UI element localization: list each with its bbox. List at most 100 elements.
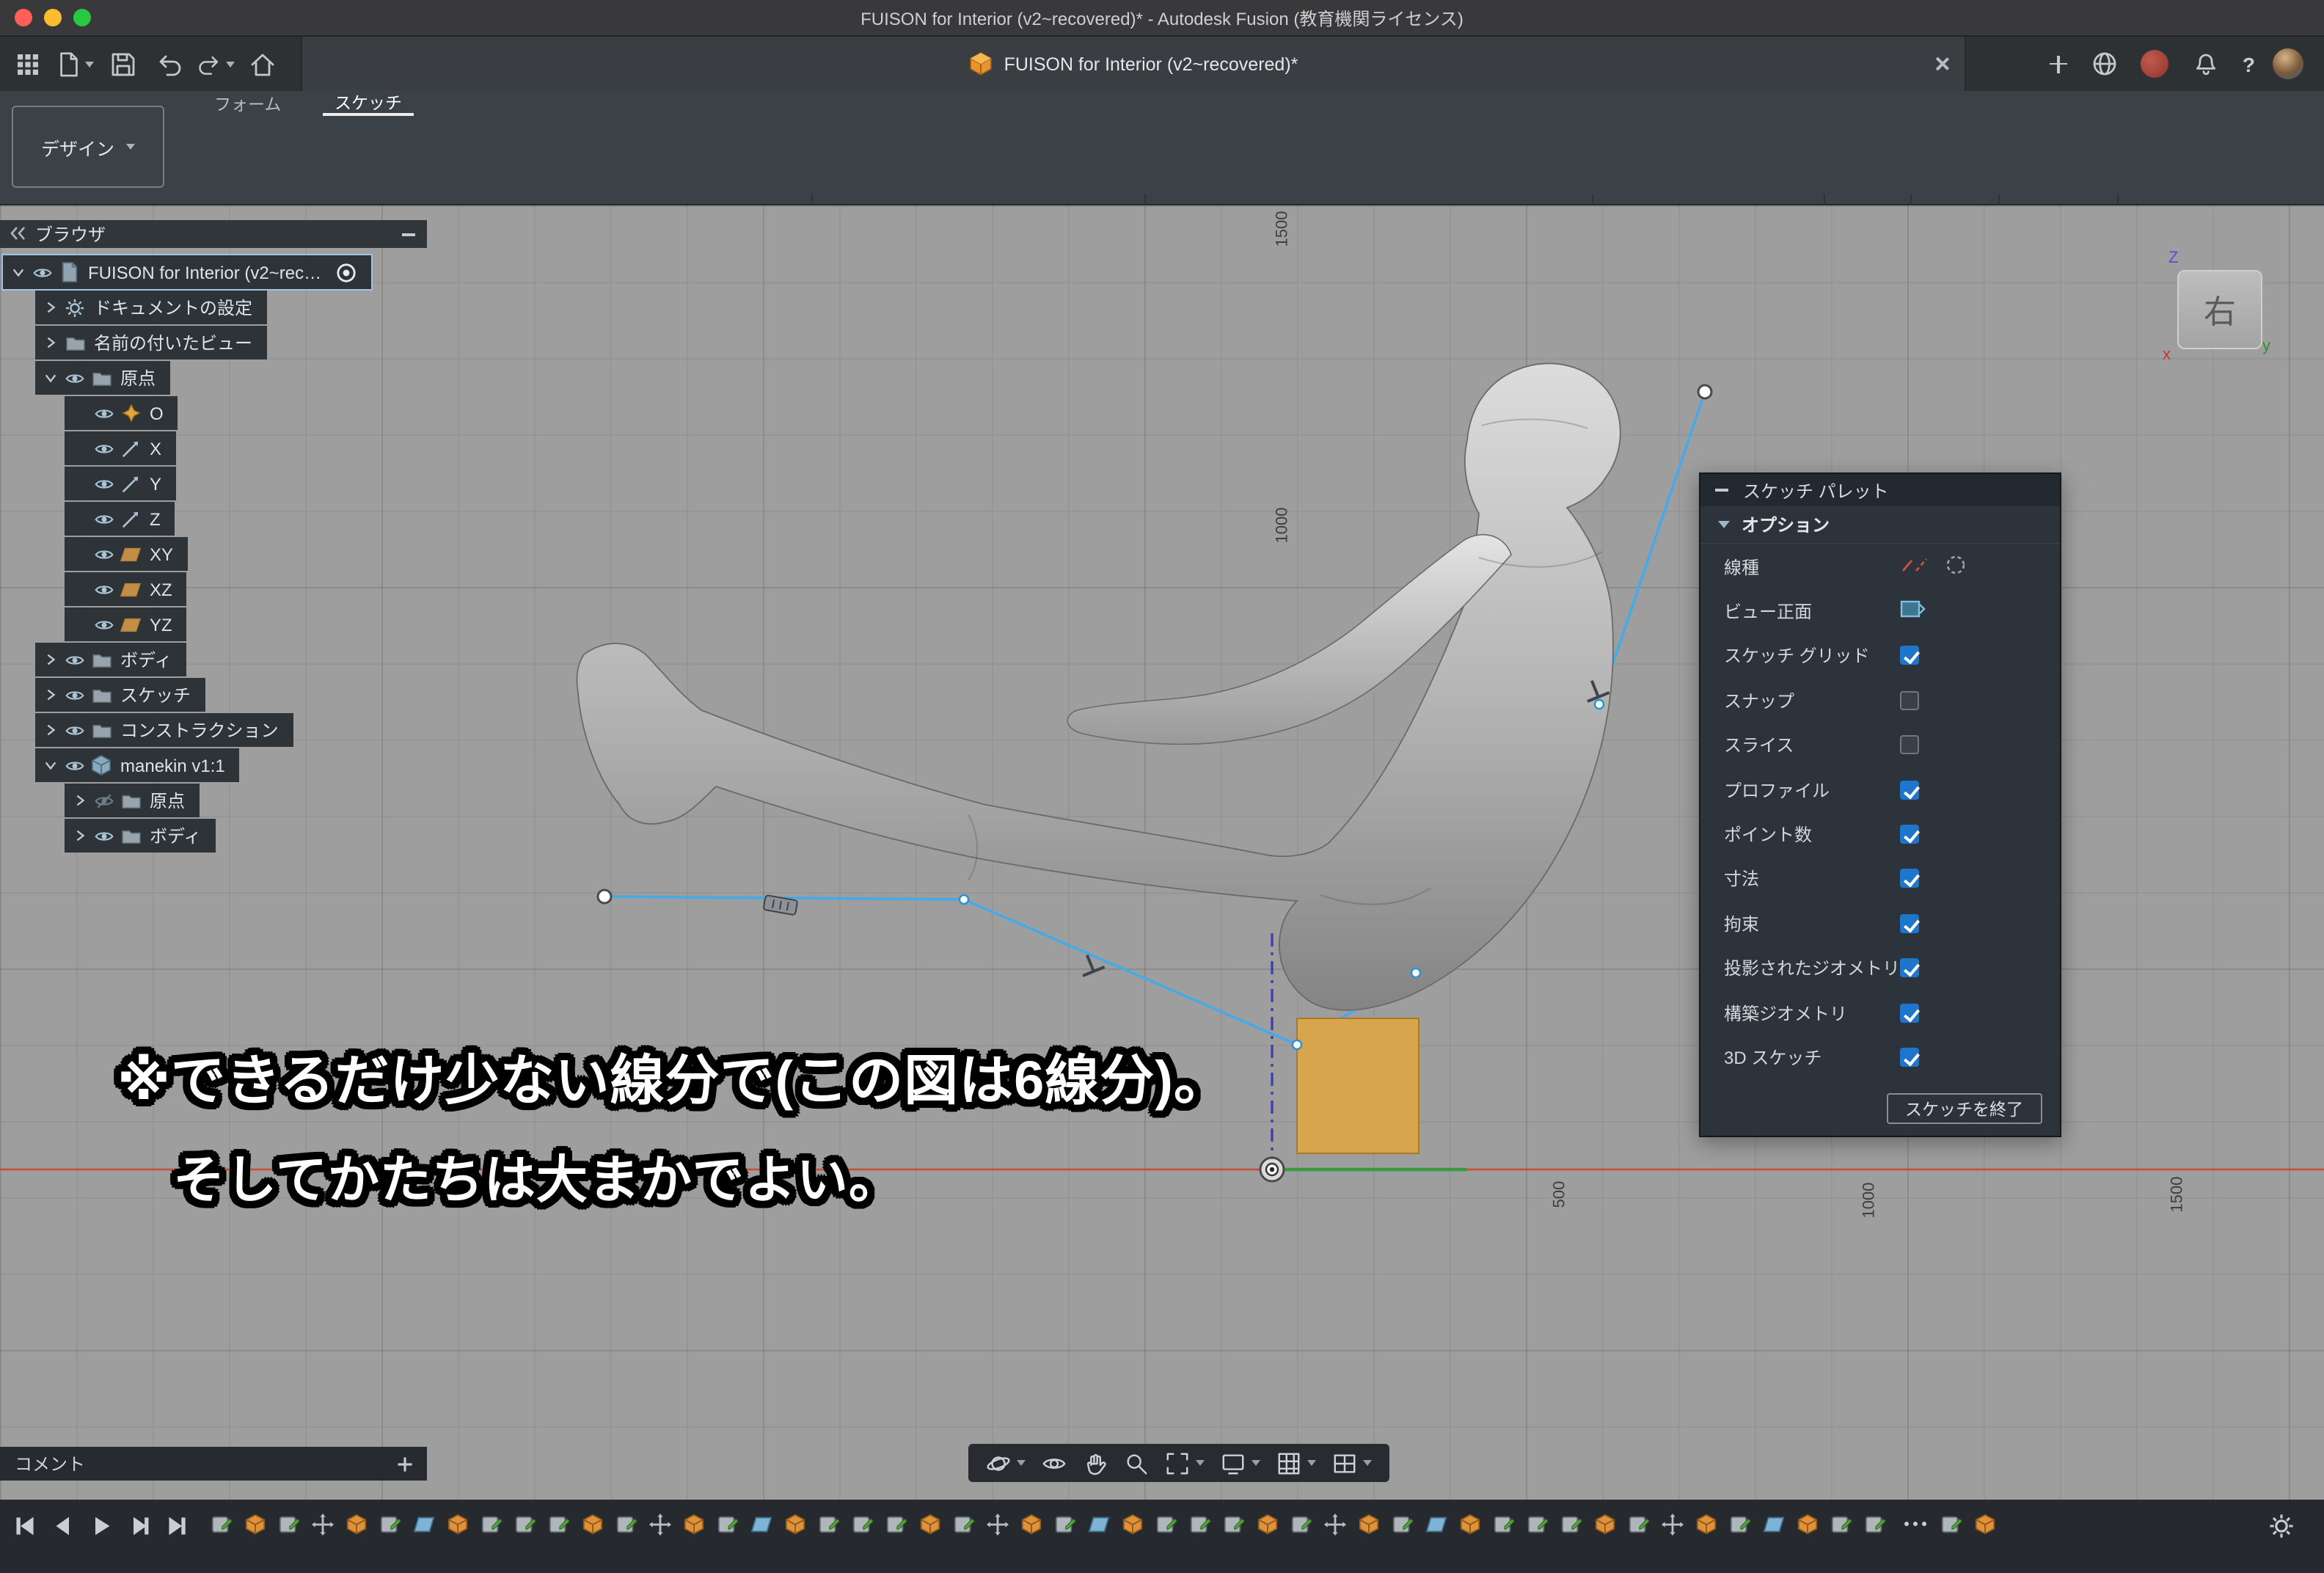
visibility-eye-off-icon[interactable] bbox=[92, 790, 116, 811]
plane-feature-icon[interactable] bbox=[1086, 1511, 1111, 1536]
browser-row[interactable]: ボディ bbox=[35, 643, 186, 676]
minimize-palette-icon[interactable] bbox=[1715, 489, 1728, 492]
visibility-eye-icon[interactable] bbox=[63, 720, 87, 740]
orbit-icon[interactable] bbox=[980, 1444, 1031, 1482]
browser-row[interactable]: ドキュメントの設定 bbox=[35, 291, 267, 324]
workspace-selector[interactable]: デザイン bbox=[12, 106, 164, 188]
construction-linetype-icon[interactable] bbox=[1944, 552, 1967, 580]
sketch-feature-icon[interactable] bbox=[849, 1511, 874, 1536]
sketch-feature-icon[interactable] bbox=[208, 1511, 233, 1536]
browser-row[interactable]: 原点 bbox=[35, 361, 170, 395]
view-cube[interactable]: 右 Z x y bbox=[2168, 258, 2271, 361]
sketch-feature-icon[interactable] bbox=[883, 1511, 908, 1536]
checkbox-unchecked[interactable] bbox=[1900, 736, 1919, 755]
sketch-feature-icon[interactable] bbox=[1153, 1511, 1178, 1536]
look-at-view-icon[interactable] bbox=[1900, 599, 1926, 624]
skip-to-end-icon[interactable] bbox=[164, 1513, 191, 1539]
viewports-icon[interactable] bbox=[1326, 1444, 1378, 1482]
plane-feature-icon[interactable] bbox=[1423, 1511, 1448, 1536]
mannequin-body[interactable] bbox=[577, 363, 1620, 1010]
document-tab[interactable]: FUISON for Interior (v2~recovered)* bbox=[301, 37, 1966, 91]
play-icon[interactable] bbox=[88, 1513, 114, 1539]
comment-bar[interactable]: コメント bbox=[0, 1447, 427, 1481]
sketch-feature-icon[interactable] bbox=[377, 1511, 402, 1536]
browser-row[interactable]: Y bbox=[65, 467, 176, 500]
browser-row[interactable]: 原点 bbox=[65, 784, 200, 817]
tab-form[interactable]: フォーム bbox=[202, 91, 293, 116]
user-avatar[interactable] bbox=[2273, 48, 2303, 79]
sketch-feature-icon[interactable] bbox=[1938, 1511, 1963, 1536]
form-feature-icon[interactable] bbox=[1972, 1511, 1997, 1536]
move-feature-icon[interactable] bbox=[647, 1511, 672, 1536]
grid-settings-icon[interactable] bbox=[1271, 1444, 1322, 1482]
visibility-eye-icon[interactable] bbox=[92, 825, 116, 846]
collapse-panel-icon[interactable] bbox=[9, 224, 26, 244]
checkbox-checked[interactable] bbox=[1900, 1003, 1919, 1022]
form-feature-icon[interactable] bbox=[1457, 1511, 1482, 1536]
visibility-eye-icon[interactable] bbox=[31, 262, 54, 282]
move-feature-icon[interactable] bbox=[1659, 1511, 1684, 1536]
redo-icon[interactable] bbox=[197, 46, 235, 81]
form-feature-icon[interactable] bbox=[1119, 1511, 1144, 1536]
visibility-eye-icon[interactable] bbox=[92, 508, 116, 529]
checkbox-unchecked[interactable] bbox=[1900, 691, 1919, 710]
new-tab-icon[interactable] bbox=[2050, 55, 2068, 73]
browser-row[interactable]: YZ bbox=[65, 607, 187, 641]
checkbox-checked[interactable] bbox=[1900, 914, 1919, 933]
visibility-eye-icon[interactable] bbox=[92, 473, 116, 494]
visibility-eye-icon[interactable] bbox=[63, 368, 87, 388]
chevron-collapsed-icon[interactable] bbox=[41, 336, 60, 349]
timeline-settings-gear-icon[interactable] bbox=[2268, 1513, 2295, 1539]
sketch-feature-icon[interactable] bbox=[1491, 1511, 1516, 1536]
browser-row[interactable]: manekin v1:1 bbox=[35, 748, 240, 782]
checkbox-checked[interactable] bbox=[1900, 869, 1919, 888]
home-icon[interactable] bbox=[244, 46, 282, 81]
view-cube-face[interactable]: 右 bbox=[2177, 270, 2262, 349]
close-tab-icon[interactable] bbox=[1934, 56, 1950, 72]
chevron-expanded-icon[interactable] bbox=[41, 759, 60, 772]
sketch-feature-icon[interactable] bbox=[951, 1511, 976, 1536]
browser-row[interactable]: スケッチ bbox=[35, 678, 205, 712]
status-avatar-icon[interactable] bbox=[2141, 50, 2169, 78]
visibility-eye-icon[interactable] bbox=[63, 755, 87, 775]
chevron-expanded-icon[interactable] bbox=[9, 266, 28, 279]
visibility-eye-icon[interactable] bbox=[92, 614, 116, 635]
checkbox-checked[interactable] bbox=[1900, 646, 1919, 665]
sketch-feature-icon[interactable] bbox=[816, 1511, 841, 1536]
sketch-feature-icon[interactable] bbox=[1626, 1511, 1651, 1536]
plane-feature-icon[interactable] bbox=[1761, 1511, 1786, 1536]
skip-to-start-icon[interactable] bbox=[12, 1513, 38, 1539]
file-menu-icon[interactable] bbox=[56, 46, 94, 81]
visibility-eye-icon[interactable] bbox=[92, 544, 116, 564]
form-feature-icon[interactable] bbox=[343, 1511, 368, 1536]
browser-row[interactable]: 名前の付いたビュー bbox=[35, 326, 267, 360]
visibility-eye-icon[interactable] bbox=[92, 579, 116, 599]
browser-row[interactable]: コンストラクション bbox=[35, 713, 293, 747]
form-feature-icon[interactable] bbox=[1254, 1511, 1279, 1536]
chevron-collapsed-icon[interactable] bbox=[41, 723, 60, 737]
pan-icon[interactable] bbox=[1077, 1444, 1114, 1482]
chevron-collapsed-icon[interactable] bbox=[70, 829, 89, 842]
notification-bell-icon[interactable] bbox=[2187, 46, 2225, 81]
chevron-expanded-icon[interactable] bbox=[41, 371, 60, 384]
minimize-panel-icon[interactable] bbox=[402, 233, 415, 236]
chevron-collapsed-icon[interactable] bbox=[70, 794, 89, 807]
step-forward-icon[interactable] bbox=[126, 1513, 153, 1539]
sketch-feature-icon[interactable] bbox=[1558, 1511, 1583, 1536]
visibility-eye-icon[interactable] bbox=[63, 649, 87, 670]
active-component-marker[interactable] bbox=[336, 262, 357, 282]
form-feature-icon[interactable] bbox=[580, 1511, 604, 1536]
sketch-feature-icon[interactable] bbox=[546, 1511, 571, 1536]
form-feature-icon[interactable] bbox=[1018, 1511, 1043, 1536]
step-back-icon[interactable] bbox=[50, 1513, 76, 1539]
chevron-collapsed-icon[interactable] bbox=[41, 301, 60, 314]
add-comment-icon[interactable] bbox=[398, 1456, 412, 1470]
sketch-feature-icon[interactable] bbox=[1862, 1511, 1887, 1536]
move-feature-icon[interactable] bbox=[984, 1511, 1009, 1536]
move-feature-icon[interactable] bbox=[1322, 1511, 1347, 1536]
visibility-eye-icon[interactable] bbox=[92, 438, 116, 459]
help-icon[interactable]: ? bbox=[2243, 52, 2255, 76]
form-feature-icon[interactable] bbox=[1592, 1511, 1617, 1536]
ellipsis-icon[interactable] bbox=[1904, 1522, 1909, 1526]
zoom-icon[interactable] bbox=[1118, 1444, 1155, 1482]
